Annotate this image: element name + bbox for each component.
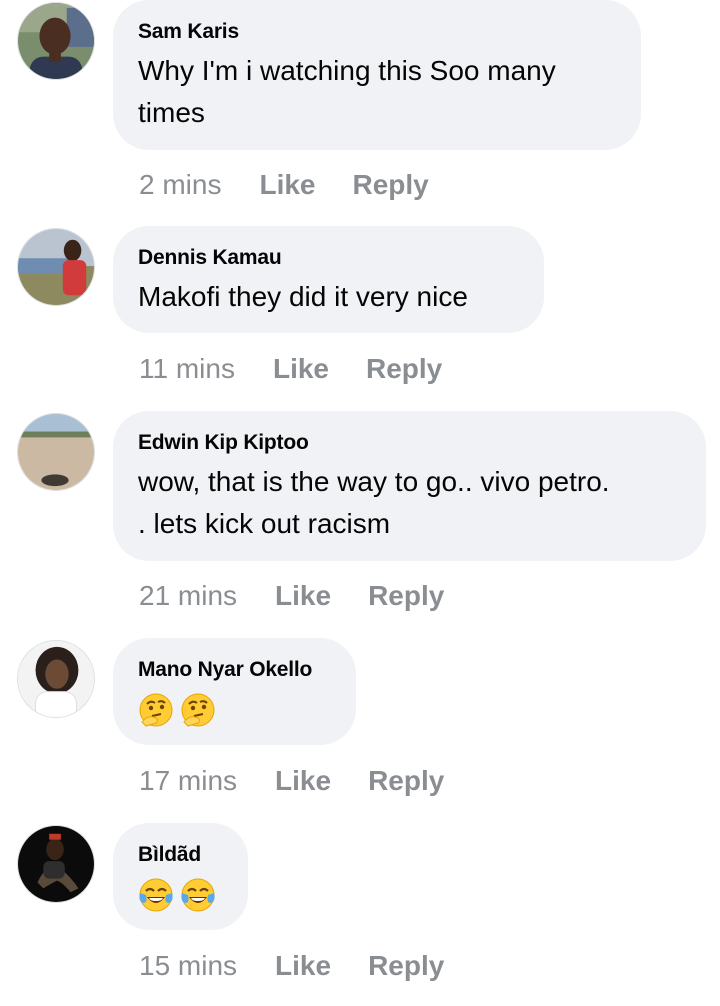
- reply-button[interactable]: Reply: [353, 168, 429, 202]
- thinking-face-emoji: [181, 693, 215, 727]
- like-button[interactable]: Like: [259, 168, 315, 202]
- avatar[interactable]: [17, 640, 95, 718]
- comment-actions: 17 mins Like Reply: [139, 764, 444, 798]
- comment-bubble: Bìldãd: [113, 823, 248, 930]
- emoji-row: [138, 692, 330, 732]
- comment-timestamp[interactable]: 21 mins: [139, 579, 237, 613]
- comment-actions: 11 mins Like Reply: [139, 352, 442, 386]
- tears-of-joy-emoji: [181, 878, 215, 912]
- reply-button[interactable]: Reply: [366, 352, 442, 386]
- emoji-row: [138, 877, 222, 917]
- user-avatar-icon: [18, 414, 94, 490]
- comment-bubble: Edwin Kip Kiptoo wow, that is the way to…: [113, 411, 706, 561]
- reply-button[interactable]: Reply: [368, 764, 444, 798]
- user-avatar-icon: [18, 229, 94, 305]
- comment-timestamp[interactable]: 17 mins: [139, 764, 237, 798]
- comment-text: wow, that is the way to go.. vivo petro.…: [138, 466, 610, 539]
- thinking-face-emoji: [139, 693, 173, 727]
- comment-author[interactable]: Edwin Kip Kiptoo: [138, 431, 680, 455]
- comment-bubble: Mano Nyar Okello: [113, 638, 356, 745]
- comment-list: Sam Karis Why I'm i watching this Soo ma…: [0, 0, 720, 1006]
- user-avatar-icon: [18, 3, 94, 79]
- like-button[interactable]: Like: [275, 949, 331, 983]
- avatar[interactable]: [17, 825, 95, 903]
- comment-actions: 21 mins Like Reply: [139, 579, 444, 613]
- comment-author[interactable]: Bìldãd: [138, 843, 222, 867]
- comment-timestamp[interactable]: 15 mins: [139, 949, 237, 983]
- like-button[interactable]: Like: [275, 764, 331, 798]
- user-avatar-icon: [18, 641, 94, 717]
- like-button[interactable]: Like: [273, 352, 329, 386]
- reply-button[interactable]: Reply: [368, 949, 444, 983]
- comment-actions: 15 mins Like Reply: [139, 949, 444, 983]
- avatar[interactable]: [17, 2, 95, 80]
- comment-author[interactable]: Mano Nyar Okello: [138, 658, 330, 682]
- comment-bubble: Sam Karis Why I'm i watching this Soo ma…: [113, 0, 641, 150]
- comment-bubble: Dennis Kamau Makofi they did it very nic…: [113, 226, 544, 333]
- comment-actions: 2 mins Like Reply: [139, 168, 429, 202]
- user-avatar-icon: [18, 826, 94, 902]
- comment-text: Why I'm i watching this Soo many times: [138, 55, 556, 128]
- comment-author[interactable]: Dennis Kamau: [138, 246, 518, 270]
- comment-timestamp[interactable]: 11 mins: [139, 352, 235, 386]
- tears-of-joy-emoji: [139, 878, 173, 912]
- avatar[interactable]: [17, 228, 95, 306]
- comment-author[interactable]: Sam Karis: [138, 20, 615, 44]
- like-button[interactable]: Like: [275, 579, 331, 613]
- reply-button[interactable]: Reply: [368, 579, 444, 613]
- avatar[interactable]: [17, 413, 95, 491]
- comment-text: Makofi they did it very nice: [138, 281, 468, 312]
- comment-timestamp[interactable]: 2 mins: [139, 168, 221, 202]
